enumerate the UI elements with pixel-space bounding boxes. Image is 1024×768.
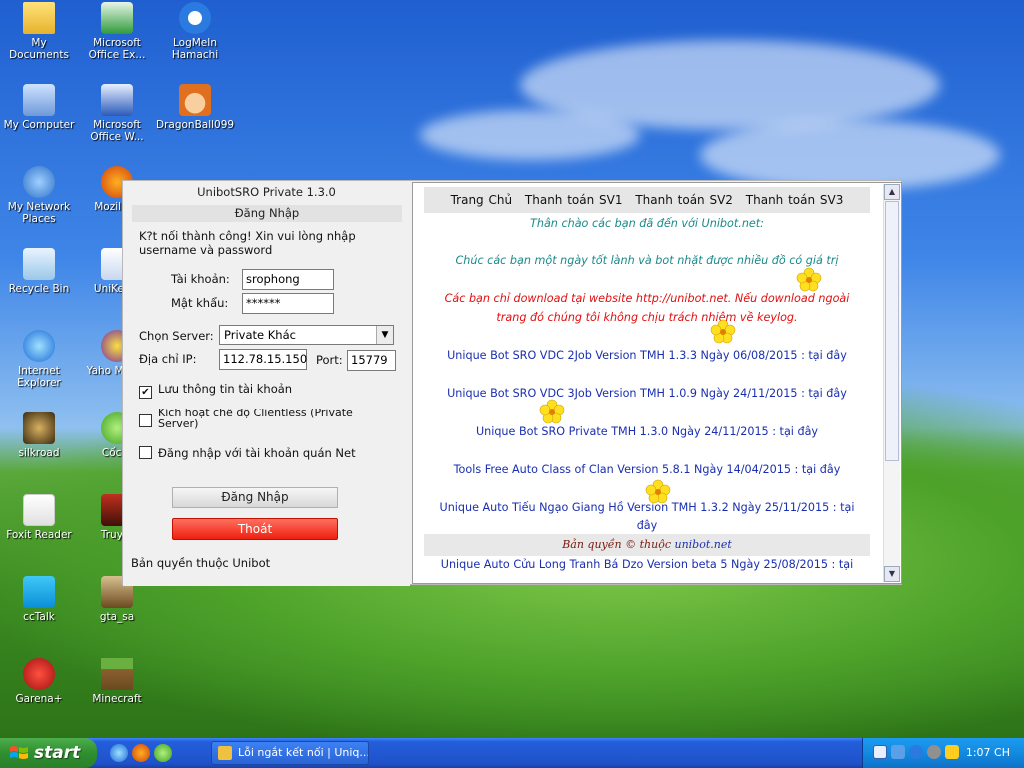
taskbar: start Lỗi ngắt kết nối | Uniq... 1:07 CH — [0, 738, 1024, 768]
flower-icon — [796, 267, 822, 292]
taskbar-window-label: Lỗi ngắt kết nối | Uniq... — [238, 746, 369, 759]
clock: 1:07 CH — [965, 746, 1010, 759]
foxit-icon — [23, 494, 55, 526]
unibot-window: UnibotSRO Private 1.3.0 Đăng Nhập K?t nố… — [122, 180, 902, 586]
download-link-private[interactable]: Unique Bot SRO Private TMH 1.3.0 Ngày 24… — [424, 423, 870, 441]
desktop-icon-foxit-reader[interactable]: Foxit Reader — [0, 494, 78, 541]
web-navbar: Trang Chủ Thanh toán SV1 Thanh toán SV2 … — [424, 187, 870, 213]
ip-label: Địa chỉ IP: — [139, 352, 197, 366]
web-scrollbar[interactable]: ▲ ▼ — [883, 184, 900, 582]
download-link-cuu-long[interactable]: Unique Auto Cửu Long Tranh Bá Dzo Versio… — [424, 556, 870, 574]
garena-icon — [23, 658, 55, 690]
web-footer: Bản quyền © thuộc unibot.net — [424, 534, 870, 556]
word-icon — [101, 84, 133, 116]
desktop-icon-internet-explorer[interactable]: Internet Explorer — [0, 330, 78, 389]
system-tray: 1:07 CH — [862, 738, 1024, 768]
computer-icon — [23, 84, 55, 116]
save-info-label: Lưu thông tin tài khoản — [158, 382, 293, 396]
username-field[interactable]: srophong — [242, 269, 334, 290]
clientless-label: Kích hoạt chế độ Clientless (Private Ser… — [158, 409, 353, 429]
quicklaunch-ie-icon[interactable] — [110, 744, 128, 762]
scroll-down-button[interactable]: ▼ — [884, 566, 900, 582]
port-label: Port: — [316, 353, 343, 367]
folder-documents-icon — [23, 2, 55, 34]
desktop-icon-dragonball[interactable]: DragonBall099 — [156, 84, 234, 131]
footer-prefix: Bản quyền © thuộc — [562, 538, 671, 551]
clientless-checkbox[interactable] — [139, 414, 152, 427]
save-info-checkbox[interactable]: ✔ — [139, 386, 152, 399]
windows-logo-icon — [10, 746, 28, 759]
hamachi-tray-icon[interactable] — [909, 745, 923, 759]
desktop-icon-cctalk[interactable]: ccTalk — [0, 576, 78, 623]
window-title: UnibotSRO Private 1.3.0 — [197, 185, 336, 199]
start-label: start — [34, 743, 81, 763]
unikey-tray-icon[interactable] — [945, 745, 959, 759]
silkroad-icon — [23, 412, 55, 444]
welcome-text: Thân chào các bạn đã đến với Unibot.net: — [530, 217, 764, 230]
flower-icon — [645, 479, 671, 504]
port-field[interactable]: 15779 — [347, 350, 396, 371]
dragonball-icon — [179, 84, 211, 116]
web-panel: Trang Chủ Thanh toán SV1 Thanh toán SV2 … — [412, 182, 902, 584]
excel-icon — [101, 2, 133, 34]
chevron-down-icon[interactable]: ▼ — [376, 326, 393, 344]
save-info-checkbox-row[interactable]: ✔ Lưu thông tin tài khoản — [139, 382, 292, 399]
quicklaunch-coccoc-icon[interactable] — [154, 744, 172, 762]
network-tray-icon[interactable] — [891, 745, 905, 759]
desktop-icon-garena[interactable]: Garena+ — [0, 658, 78, 705]
netcafe-checkbox-row[interactable]: Đăng nhập với tài khoản quán Net — [139, 446, 356, 460]
volume-icon[interactable] — [927, 745, 941, 759]
desktop-icon-hamachi[interactable]: LogMeIn Hamachi — [156, 2, 234, 61]
recycle-bin-icon — [23, 248, 55, 280]
nav-payment-sv2[interactable]: Thanh toán SV2 — [635, 193, 733, 207]
desktop-icon-word[interactable]: Microsoft Office W... — [78, 84, 156, 143]
quicklaunch-firefox-icon[interactable] — [132, 744, 150, 762]
desktop-icon-minecraft[interactable]: Minecraft — [78, 658, 156, 705]
server-select[interactable]: Private Khác ▼ — [219, 325, 394, 345]
netcafe-checkbox[interactable] — [139, 446, 152, 459]
scroll-thumb[interactable] — [885, 201, 899, 461]
shield-icon[interactable] — [873, 745, 887, 759]
ip-field[interactable]: 112.78.15.150 — [219, 349, 307, 370]
desktop-icon-my-computer[interactable]: My Computer — [0, 84, 78, 131]
clientless-checkbox-row[interactable]: Kích hoạt chế độ Clientless (Private Ser… — [139, 409, 369, 429]
copyright-text: Bản quyền thuộc Unibot — [131, 556, 271, 570]
download-link-vdc-2job[interactable]: Unique Bot SRO VDC 2Job Version TMH 1.3.… — [424, 347, 870, 365]
ie-icon — [23, 330, 55, 362]
warning-text-2: trang đó chúng tôi không chịu trách nhiệ… — [496, 311, 798, 324]
scroll-up-button[interactable]: ▲ — [884, 184, 900, 200]
desktop-icon-recycle-bin[interactable]: Recycle Bin — [0, 248, 78, 295]
desktop-icon-my-documents[interactable]: My Documents — [0, 2, 78, 61]
download-link-vdc-3job[interactable]: Unique Bot SRO VDC 3Job Version TMH 1.0.… — [424, 385, 870, 403]
server-label: Chọn Server: — [139, 329, 214, 343]
download-link-class-of-clan[interactable]: Tools Free Auto Class of Clan Version 5.… — [424, 461, 870, 479]
username-label: Tài khoản: — [171, 272, 230, 286]
login-button[interactable]: Đăng Nhập — [172, 487, 338, 508]
flower-icon — [710, 319, 736, 344]
status-message: K?t nối thành công! Xin vui lòng nhập us… — [139, 229, 356, 257]
hamachi-icon — [179, 2, 211, 34]
minecraft-icon — [101, 658, 133, 690]
cctalk-icon — [23, 576, 55, 608]
start-button[interactable]: start — [0, 738, 97, 768]
nav-payment-sv3[interactable]: Thanh toán SV3 — [746, 193, 844, 207]
desktop-icon-silkroad[interactable]: silkroad — [0, 412, 78, 459]
window-app-icon — [218, 746, 232, 760]
footer-site-link[interactable]: unibot.net — [674, 538, 731, 551]
taskbar-window-button[interactable]: Lỗi ngắt kết nối | Uniq... — [211, 741, 369, 765]
download-link-tieu-ngao-cont[interactable]: đây — [424, 517, 870, 535]
desktop-icon-my-network-places[interactable]: My Network Places — [0, 166, 78, 225]
password-label: Mật khẩu: — [171, 296, 229, 310]
flower-icon — [539, 399, 565, 424]
desktop-icon-excel[interactable]: Microsoft Office Ex... — [78, 2, 156, 61]
nav-payment-sv1[interactable]: Thanh toán SV1 — [525, 193, 623, 207]
login-header: Đăng Nhập — [132, 205, 402, 222]
exit-button[interactable]: Thoát — [172, 518, 338, 540]
nav-home[interactable]: Trang Chủ — [451, 193, 512, 207]
network-icon — [23, 166, 55, 198]
login-panel: UnibotSRO Private 1.3.0 Đăng Nhập K?t nố… — [123, 181, 410, 586]
password-field[interactable]: ****** — [242, 293, 334, 314]
server-select-value: Private Khác — [224, 328, 296, 342]
netcafe-label: Đăng nhập với tài khoản quán Net — [158, 446, 356, 460]
